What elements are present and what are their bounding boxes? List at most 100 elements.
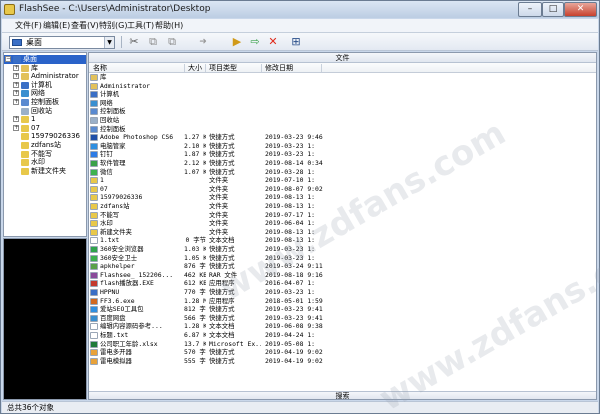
file-icon bbox=[90, 74, 98, 81]
menu-help[interactable]: 帮助(H) bbox=[152, 20, 186, 31]
file-row[interactable]: 1 文件夹 2019-07-10 1: bbox=[89, 176, 596, 185]
expand-toggle-icon[interactable]: + bbox=[13, 81, 19, 88]
address-combobox[interactable]: 桌面 ▼ bbox=[9, 36, 115, 49]
tree-item[interactable]: + 控制面板 bbox=[4, 98, 86, 107]
file-type: 文件夹 bbox=[209, 193, 229, 202]
file-icon bbox=[90, 289, 98, 296]
file-name: 软件管理 bbox=[100, 159, 126, 167]
column-divider[interactable] bbox=[205, 64, 206, 72]
column-divider[interactable] bbox=[321, 64, 322, 72]
file-size: 570 字节 bbox=[184, 348, 206, 357]
file-icon bbox=[90, 254, 98, 262]
copy-icon[interactable]: ⧉ bbox=[146, 35, 160, 49]
tree-item[interactable]: +07 bbox=[4, 124, 86, 133]
file-row[interactable]: 360安全卫士1.05 KB快捷方式2019-03-23 1: bbox=[89, 254, 596, 263]
maximize-button[interactable]: □ bbox=[542, 2, 564, 17]
column-modified[interactable]: 修改日期 bbox=[265, 63, 293, 73]
file-type: 快捷方式 bbox=[209, 141, 235, 150]
tree-item[interactable]: 不能写 bbox=[4, 150, 86, 159]
expand-toggle-icon[interactable]: + bbox=[13, 64, 19, 71]
file-row[interactable]: 微信 1.07 KB快捷方式 2019-03-28 1: bbox=[89, 168, 596, 177]
file-name: 回收站 bbox=[100, 116, 120, 124]
file-row[interactable]: 360安全浏览器1.03 KB快捷方式2019-03-23 1: bbox=[89, 245, 596, 254]
paste-icon[interactable]: ⧉ bbox=[165, 35, 179, 49]
file-row[interactable]: Flashsee_ 152206... 462 KB RAR 文件 2019-08-1… bbox=[89, 271, 596, 280]
file-type: 文件夹 bbox=[209, 210, 229, 219]
file-row[interactable]: 雷电模拟器 555 字节快捷方式 2019-04-19 9:02 bbox=[89, 357, 596, 366]
column-type[interactable]: 项目类型 bbox=[209, 63, 237, 73]
file-name: 雷电模拟器 bbox=[100, 356, 132, 365]
tree-item[interactable]: + 库 bbox=[4, 64, 86, 73]
file-row[interactable]: 网络 bbox=[89, 99, 596, 108]
file-row[interactable]: 软件管理 2.12 KB快捷方式 2019-08-14 0:34 bbox=[89, 159, 596, 168]
file-row[interactable]: apkhelper876 字节快捷方式2019-03-24 9:11 bbox=[89, 262, 596, 271]
close-button[interactable]: ✕ bbox=[564, 2, 597, 17]
tree-item-label: 桌面 bbox=[23, 55, 37, 63]
tree-item[interactable]: zdfans站 bbox=[4, 141, 86, 150]
tree-item-label: 库 bbox=[31, 63, 38, 72]
file-icon bbox=[90, 237, 98, 245]
expand-toggle-icon[interactable]: + bbox=[13, 116, 19, 123]
tree-item-label: 不能写 bbox=[31, 149, 52, 158]
title-bar[interactable]: FlashSee - C:\Users\Administrator\Deskto… bbox=[1, 1, 599, 18]
file-row[interactable]: 钉钉 1.87 KB快捷方式 2019-03-23 1: bbox=[89, 150, 596, 159]
file-row[interactable]: 控制面板 bbox=[89, 107, 596, 116]
chevron-down-icon[interactable]: ▼ bbox=[104, 37, 114, 48]
file-row[interactable]: 控制面板 bbox=[89, 125, 596, 134]
column-divider[interactable] bbox=[184, 64, 185, 72]
delete-icon[interactable]: ✕ bbox=[266, 35, 280, 49]
file-panel-title: 文件 bbox=[89, 53, 596, 63]
tree-item[interactable]: 新建文件夹 bbox=[4, 167, 86, 176]
tree-item[interactable]: +1 bbox=[4, 115, 86, 124]
file-type: 快捷方式 bbox=[209, 356, 235, 365]
file-row[interactable]: 回收站 bbox=[89, 116, 596, 125]
file-size: 1.28 KB bbox=[184, 322, 206, 331]
file-type: 文本文档 bbox=[209, 322, 235, 331]
file-size: 566 字节 bbox=[184, 313, 206, 322]
file-date: 2019-08-14 0:34 bbox=[265, 159, 323, 167]
tree-item[interactable]: 15979026336 bbox=[4, 132, 86, 141]
folder-icon bbox=[21, 159, 29, 167]
address-value: 桌面 bbox=[26, 38, 42, 47]
minimize-button[interactable]: – bbox=[518, 2, 542, 17]
folder-tree[interactable]: − 桌面 + 库 + Administrator + 计算机 + 网络 + 控制面板 回收站 +1 +07 1… bbox=[3, 52, 87, 237]
file-row[interactable]: 07 文件夹 2019-08-07 9:02 bbox=[89, 185, 596, 194]
tree-item[interactable]: + 计算机 bbox=[4, 81, 86, 90]
file-date: 2018-05-01 1:59 bbox=[265, 296, 323, 305]
expand-toggle-icon[interactable]: + bbox=[13, 90, 19, 97]
folder-icon bbox=[21, 99, 29, 106]
file-type: 快捷方式 bbox=[209, 348, 235, 357]
file-name: 标题.txt bbox=[100, 331, 129, 339]
file-row[interactable]: 雷电多开器 570 字节快捷方式 2019-04-19 9:02 bbox=[89, 348, 596, 357]
file-row[interactable]: Adobe Photoshop CS6 1.27 KB快捷方式 2019-03-23… bbox=[89, 133, 596, 142]
tree-item[interactable]: 水印 bbox=[4, 158, 86, 167]
play-icon[interactable]: ▶ bbox=[230, 35, 244, 49]
file-row[interactable]: Administrator bbox=[89, 82, 596, 91]
file-row[interactable]: flash播放器.EXE 612 KB 应用程序 2016-04-07 1: bbox=[89, 279, 596, 288]
forward-icon[interactable]: ⇨ bbox=[248, 35, 262, 49]
search-bar[interactable]: 搜索 bbox=[89, 391, 596, 399]
move-icon[interactable]: ➜ bbox=[183, 35, 223, 49]
column-divider[interactable] bbox=[261, 64, 262, 72]
file-type: Microsoft Ex... bbox=[209, 339, 261, 348]
file-name: 1.txt bbox=[100, 236, 120, 245]
file-row[interactable]: 库 bbox=[89, 73, 596, 82]
file-date: 2019-08-13 1: bbox=[265, 193, 316, 202]
tree-item[interactable]: − 桌面 bbox=[4, 55, 86, 64]
tree-item[interactable]: 回收站 bbox=[4, 107, 86, 116]
tree-item[interactable]: + Administrator bbox=[4, 72, 86, 81]
expand-toggle-icon[interactable]: + bbox=[13, 99, 19, 105]
expand-toggle-icon[interactable]: + bbox=[13, 124, 19, 131]
expand-toggle-icon[interactable]: + bbox=[13, 73, 19, 80]
column-size[interactable]: 大小 bbox=[188, 63, 202, 73]
expand-toggle-icon[interactable]: − bbox=[5, 56, 11, 62]
file-row[interactable]: 电脑管家 2.10 KB快捷方式 2019-03-23 1: bbox=[89, 142, 596, 151]
file-row[interactable]: HPPNU770 字节快捷方式2019-03-23 1: bbox=[89, 288, 596, 297]
tree-item[interactable]: + 网络 bbox=[4, 89, 86, 98]
file-size: 770 字节 bbox=[184, 288, 206, 296]
tree-item-label: 15979026336 bbox=[31, 132, 80, 141]
view-mode-icon[interactable]: ⊞ bbox=[287, 35, 305, 49]
column-name[interactable]: 名称 bbox=[93, 63, 107, 73]
cut-icon[interactable]: ✂ bbox=[127, 35, 141, 49]
file-row[interactable]: 计算机 bbox=[89, 90, 596, 99]
